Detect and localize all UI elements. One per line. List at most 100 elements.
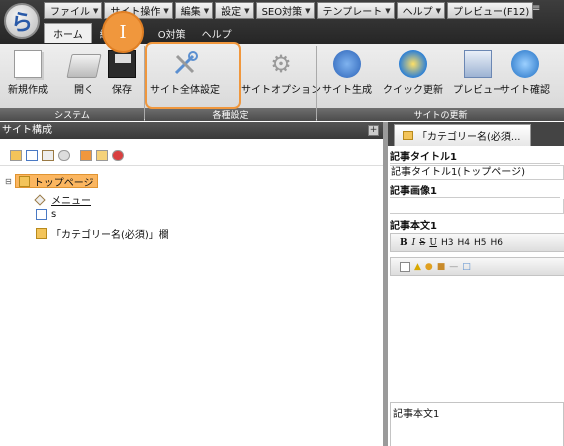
folder-icon	[403, 131, 413, 140]
group-label-settings: 各種設定	[145, 108, 316, 121]
tab-seo[interactable]: O対策	[150, 23, 194, 43]
page-icon	[36, 209, 47, 220]
h3-button[interactable]: H3	[441, 238, 454, 248]
chevron-down-icon: ▼	[385, 6, 391, 15]
tree-toolbar	[0, 146, 383, 166]
callout-badge: I	[102, 11, 144, 53]
menu-label: ヘルプ	[402, 7, 433, 18]
tree-node-page[interactable]: s	[36, 209, 56, 220]
editor-tab[interactable]: 「カテゴリー名(必須...	[394, 124, 532, 146]
add-page-icon[interactable]	[26, 150, 38, 161]
italic-button[interactable]: I	[412, 238, 416, 248]
box-icon[interactable]	[400, 261, 410, 272]
menu-help[interactable]: ヘルプ ▼	[396, 2, 445, 19]
expand-icon[interactable]: +	[368, 125, 379, 136]
menu-preview[interactable]: プレビュー(F12)	[446, 2, 534, 19]
new-button[interactable]: 新規作成	[8, 50, 48, 96]
article-body-label: 記事本文1	[390, 221, 437, 232]
menu-file[interactable]: ファイル ▼	[44, 2, 103, 19]
bold-button[interactable]: B	[400, 238, 408, 248]
preview-label: プレビュー	[453, 85, 503, 96]
group-label-system: システム	[0, 108, 144, 121]
menu-options-icon[interactable]: ≡	[532, 3, 540, 14]
h6-button[interactable]: H6	[490, 238, 503, 248]
quick-update-button[interactable]: クイック更新	[383, 50, 443, 96]
save-button-label: 保存	[112, 85, 132, 96]
delete-icon[interactable]	[112, 150, 124, 161]
menu-label: テンプレート	[322, 7, 383, 18]
link-icon[interactable]	[58, 150, 70, 161]
rename-icon[interactable]	[96, 150, 108, 161]
strike-button[interactable]: S	[419, 238, 425, 248]
chevron-down-icon: ▼	[244, 6, 250, 15]
tree-label: s	[51, 209, 57, 220]
site-options-button[interactable]: ⚙ サイトオプション	[241, 50, 321, 96]
open-button[interactable]: 開く	[66, 50, 102, 96]
site-structure-header: サイト構成 +	[0, 122, 383, 139]
tab-help[interactable]: ヘルプ	[194, 23, 240, 43]
preview-button[interactable]: プレビュー	[453, 50, 503, 96]
panel-title: サイト構成	[2, 125, 52, 136]
new-button-label: 新規作成	[8, 85, 48, 96]
menu-label: 編集	[180, 7, 201, 18]
folder-icon	[18, 175, 30, 187]
tree-node-menu[interactable]: メニュー	[34, 192, 91, 207]
tree-label: メニュー	[51, 196, 91, 207]
group-update: サイト生成 クイック更新 プレビュー サイト確認 サイトの更新	[317, 44, 564, 121]
site-check-button[interactable]: サイト確認	[500, 50, 550, 96]
menu-label: プレビュー(F12)	[452, 7, 530, 18]
menu-label: SEO対策	[261, 7, 303, 18]
save-disk-icon	[108, 50, 136, 78]
open-button-label: 開く	[74, 85, 94, 96]
menu-edit[interactable]: 編集 ▼	[174, 2, 214, 19]
article-title-label: 記事タイトル1	[390, 148, 560, 164]
preview-icon	[464, 50, 492, 78]
article-title-input[interactable]: 記事タイトル1(トップページ)	[390, 165, 564, 180]
app-logo[interactable]: ら	[4, 3, 40, 39]
callout-highlight-frame	[145, 42, 241, 109]
chevron-down-icon: ▼	[203, 6, 210, 15]
smile-icon[interactable]: ●	[425, 262, 433, 272]
line-icon[interactable]: —	[449, 262, 458, 272]
folder-icon	[36, 228, 47, 239]
group-system: 新規作成 開く 保存 システム	[0, 44, 144, 121]
image-icon[interactable]: ■	[437, 262, 446, 272]
menu-seo[interactable]: SEO対策 ▼	[255, 2, 315, 19]
add-tag-icon[interactable]	[42, 150, 54, 161]
add-folder-icon[interactable]	[10, 150, 22, 161]
site-generate-label: サイト生成	[322, 85, 372, 96]
logo-glyph: ら	[10, 10, 33, 36]
menu-settings[interactable]: 設定 ▼	[215, 2, 254, 19]
tree-node-top[interactable]: ⊟ トップページ	[5, 174, 98, 189]
generate-icon	[333, 50, 361, 78]
underline-button[interactable]: U	[429, 238, 437, 248]
editor-panel: 「カテゴリー名(必須... 記事タイトル1 記事タイトル1(トップページ) 記事…	[388, 122, 564, 446]
chevron-down-icon: ▼	[435, 6, 441, 15]
accessibility-icon	[511, 50, 539, 78]
menu-label: ファイル	[50, 7, 90, 18]
tree-node-category[interactable]: 「カテゴリー名(必須)」欄	[36, 226, 169, 241]
menu-label: 設定	[221, 7, 242, 18]
article-image-label: 記事画像1	[390, 182, 560, 198]
chevron-down-icon: ▼	[163, 6, 169, 15]
chevron-down-icon: ▼	[93, 6, 99, 15]
h5-button[interactable]: H5	[474, 238, 487, 248]
site-generate-button[interactable]: サイト生成	[322, 50, 372, 96]
site-options-label: サイトオプション	[241, 85, 321, 96]
warning-icon[interactable]: ▲	[414, 262, 421, 272]
save-button[interactable]: 保存	[108, 50, 136, 96]
tag-icon	[34, 193, 46, 206]
collapse-icon[interactable]: ⊟	[5, 177, 12, 186]
edit-icon[interactable]	[80, 150, 92, 161]
article-image-input[interactable]	[390, 199, 564, 214]
format-toolbar: B I S U H3 H4 H5 H6	[390, 233, 564, 252]
article-body-editor[interactable]: 記事本文1	[390, 402, 564, 446]
chevron-down-icon: ▼	[305, 6, 311, 15]
tree-label: 「カテゴリー名(必須)」欄	[51, 230, 169, 241]
editor-tab-label: 「カテゴリー名(必須...	[417, 132, 521, 143]
h4-button[interactable]: H4	[457, 238, 470, 248]
menu-template[interactable]: テンプレート ▼	[316, 2, 395, 19]
tab-home[interactable]: ホーム	[44, 23, 92, 43]
group-label-update: サイトの更新	[317, 108, 564, 121]
comment-icon[interactable]: □	[462, 262, 471, 272]
